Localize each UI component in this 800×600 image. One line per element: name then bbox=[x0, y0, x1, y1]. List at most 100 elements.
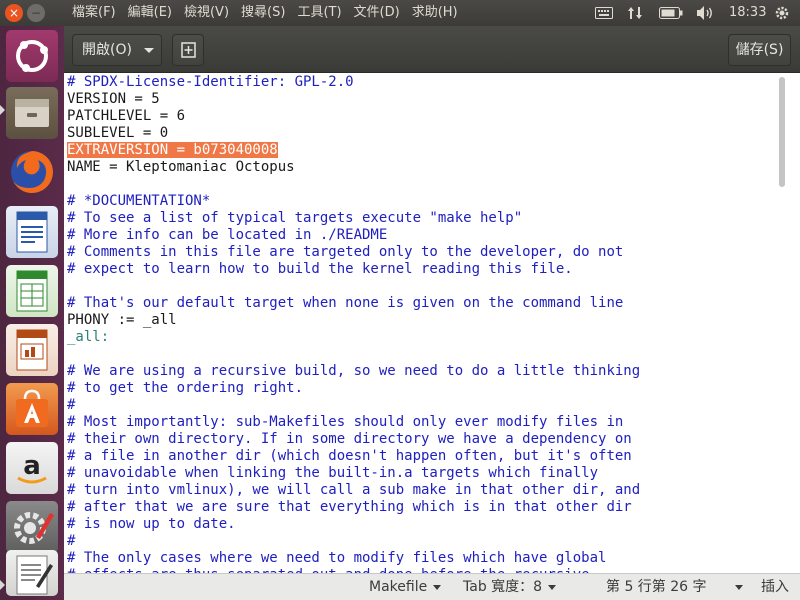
code-line[interactable]: VERSION = 5 bbox=[67, 91, 640, 108]
insert-mode-indicator[interactable]: 插入 bbox=[761, 574, 789, 600]
menu-edit[interactable]: 編輯(E) bbox=[122, 0, 178, 26]
open-button-label: 開啟(O) bbox=[82, 42, 132, 58]
code-line[interactable]: # expect to learn how to build the kerne… bbox=[67, 261, 640, 278]
code-line-text: SUBLEVEL = 0 bbox=[67, 125, 169, 141]
open-button[interactable]: 開啟(O) bbox=[72, 34, 162, 66]
cursor-position-selector[interactable]: 第 5 行第 26 字 bbox=[606, 574, 743, 600]
minimize-window-button[interactable]: − bbox=[27, 4, 45, 22]
code-line-text: # SPDX-License-Identifier: GPL-2.0 bbox=[67, 74, 354, 90]
code-line-text: # after that we are sure that everything… bbox=[67, 499, 632, 515]
code-line[interactable]: # We are using a recursive build, so we … bbox=[67, 363, 640, 380]
menu-search[interactable]: 搜尋(S) bbox=[235, 0, 291, 26]
code-line[interactable]: # Comments in this file are targeted onl… bbox=[67, 244, 640, 261]
code-line[interactable] bbox=[67, 346, 640, 363]
code-line[interactable] bbox=[67, 278, 640, 295]
code-line[interactable]: # *DOCUMENTATION* bbox=[67, 193, 640, 210]
code-line-text: # bbox=[67, 533, 76, 549]
software-center-icon[interactable] bbox=[6, 383, 58, 435]
code-line[interactable]: # unavoidable when linking the built-in.… bbox=[67, 465, 640, 482]
code-line-text: # That's our default target when none is… bbox=[67, 295, 624, 311]
code-line[interactable]: PATCHLEVEL = 6 bbox=[67, 108, 640, 125]
code-line[interactable]: # a file in another dir (which doesn't h… bbox=[67, 448, 640, 465]
header-bar: 開啟(O) 儲存(S) bbox=[64, 26, 800, 73]
launcher: a bbox=[0, 26, 64, 600]
code-line[interactable]: PHONY := _all bbox=[67, 312, 640, 329]
menu-tools[interactable]: 工具(T) bbox=[291, 0, 347, 26]
code-line[interactable]: # to get the ordering right. bbox=[67, 380, 640, 397]
code-line-text: # their own directory. If in some direct… bbox=[67, 431, 632, 447]
code-line[interactable]: EXTRAVERSION = b073040008 bbox=[67, 142, 640, 159]
code-line[interactable]: # is now up to date. bbox=[67, 516, 640, 533]
new-tab-button[interactable] bbox=[172, 34, 204, 66]
chevron-down-icon bbox=[433, 584, 442, 590]
volume-icon[interactable] bbox=[694, 0, 716, 26]
menu-help[interactable]: 求助(H) bbox=[406, 0, 464, 26]
vertical-scrollbar[interactable] bbox=[779, 77, 785, 187]
code-line-text: # The only cases where we need to modify… bbox=[67, 550, 607, 566]
amazon-icon[interactable]: a bbox=[6, 442, 58, 494]
code-line-text: PHONY := _all bbox=[67, 312, 177, 328]
files-icon[interactable] bbox=[6, 87, 58, 139]
code-line-text: # is now up to date. bbox=[67, 516, 236, 532]
code-line[interactable]: _all: bbox=[67, 329, 640, 346]
selected-text: EXTRAVERSION = b073040008 bbox=[67, 142, 278, 158]
code-line[interactable]: # SPDX-License-Identifier: GPL-2.0 bbox=[67, 74, 640, 91]
code-line-text: PATCHLEVEL = 6 bbox=[67, 108, 186, 124]
text-editor-icon[interactable] bbox=[6, 550, 58, 596]
battery-icon[interactable] bbox=[658, 0, 684, 26]
code-line[interactable]: # bbox=[67, 397, 640, 414]
code-line[interactable]: # after that we are sure that everything… bbox=[67, 499, 640, 516]
status-bar: Makefile Tab 寬度：8 第 5 行第 26 字 插入 bbox=[64, 573, 800, 600]
tab-width-label: Tab 寬度：8 bbox=[463, 579, 543, 595]
chevron-down-icon bbox=[734, 584, 743, 590]
code-text[interactable]: # SPDX-License-Identifier: GPL-2.0 VERSIO… bbox=[67, 74, 640, 573]
code-line[interactable]: # turn into vmlinux), we will call a sub… bbox=[67, 482, 640, 499]
libreoffice-writer-icon[interactable] bbox=[6, 206, 58, 258]
menu-view[interactable]: 檢視(V) bbox=[178, 0, 235, 26]
menu-file[interactable]: 檔案(F) bbox=[66, 0, 122, 26]
cursor-position-label: 第 5 行第 26 字 bbox=[606, 579, 707, 595]
code-line[interactable]: # their own directory. If in some direct… bbox=[67, 431, 640, 448]
code-line[interactable]: # To see a list of typical targets execu… bbox=[67, 210, 640, 227]
language-selector[interactable]: Makefile bbox=[369, 574, 442, 600]
chevron-down-icon bbox=[548, 584, 557, 590]
code-line-text: # to get the ordering right. bbox=[67, 380, 304, 396]
libreoffice-calc-icon[interactable] bbox=[6, 265, 58, 317]
svg-text:a: a bbox=[23, 451, 41, 481]
code-line[interactable]: # bbox=[67, 533, 640, 550]
new-document-icon bbox=[181, 42, 196, 58]
tab-width-selector[interactable]: Tab 寬度：8 bbox=[463, 574, 557, 600]
code-line-text: NAME = Kleptomaniac Octopus bbox=[67, 159, 295, 175]
close-window-button[interactable]: × bbox=[5, 4, 23, 22]
gear-icon[interactable] bbox=[772, 0, 792, 26]
code-line-text: # To see a list of typical targets execu… bbox=[67, 210, 523, 226]
code-line-text: # expect to learn how to build the kerne… bbox=[67, 261, 573, 277]
code-line-text: # bbox=[67, 397, 76, 413]
code-line[interactable]: SUBLEVEL = 0 bbox=[67, 125, 640, 142]
firefox-icon[interactable] bbox=[6, 146, 58, 198]
network-updown-icon[interactable] bbox=[626, 0, 644, 26]
clock[interactable]: 18:33 bbox=[729, 0, 766, 26]
code-line[interactable]: # That's our default target when none is… bbox=[67, 295, 640, 312]
code-line[interactable]: # Most importantly: sub-Makefiles should… bbox=[67, 414, 640, 431]
code-line-text: # a file in another dir (which doesn't h… bbox=[67, 448, 632, 464]
keyboard-icon[interactable] bbox=[594, 0, 614, 26]
code-line-text: # We are using a recursive build, so we … bbox=[67, 363, 641, 379]
code-line-text: # unavoidable when linking the built-in.… bbox=[67, 465, 599, 481]
code-line[interactable] bbox=[67, 176, 640, 193]
code-line-text: # turn into vmlinux), we will call a sub… bbox=[67, 482, 641, 498]
system-settings-icon[interactable] bbox=[6, 501, 58, 553]
text-editor-area[interactable]: # SPDX-License-Identifier: GPL-2.0 VERSIO… bbox=[64, 73, 800, 573]
top-panel: × − 檔案(F) 編輯(E) 檢視(V) 搜尋(S) 工具(T) 文件(D) … bbox=[0, 0, 800, 26]
ubuntu-dash-icon[interactable] bbox=[6, 30, 58, 82]
menu-bar: 檔案(F) 編輯(E) 檢視(V) 搜尋(S) 工具(T) 文件(D) 求助(H… bbox=[66, 0, 464, 26]
libreoffice-impress-icon[interactable] bbox=[6, 324, 58, 376]
code-line-text: # Most importantly: sub-Makefiles should… bbox=[67, 414, 624, 430]
code-line-text: # More info can be located in ./README bbox=[67, 227, 388, 243]
menu-documents[interactable]: 文件(D) bbox=[348, 0, 406, 26]
code-line[interactable]: # More info can be located in ./README bbox=[67, 227, 640, 244]
code-line[interactable]: NAME = Kleptomaniac Octopus bbox=[67, 159, 640, 176]
code-line[interactable]: # The only cases where we need to modify… bbox=[67, 550, 640, 567]
save-button[interactable]: 儲存(S) bbox=[728, 34, 791, 66]
code-line-text: _all: bbox=[67, 329, 110, 345]
